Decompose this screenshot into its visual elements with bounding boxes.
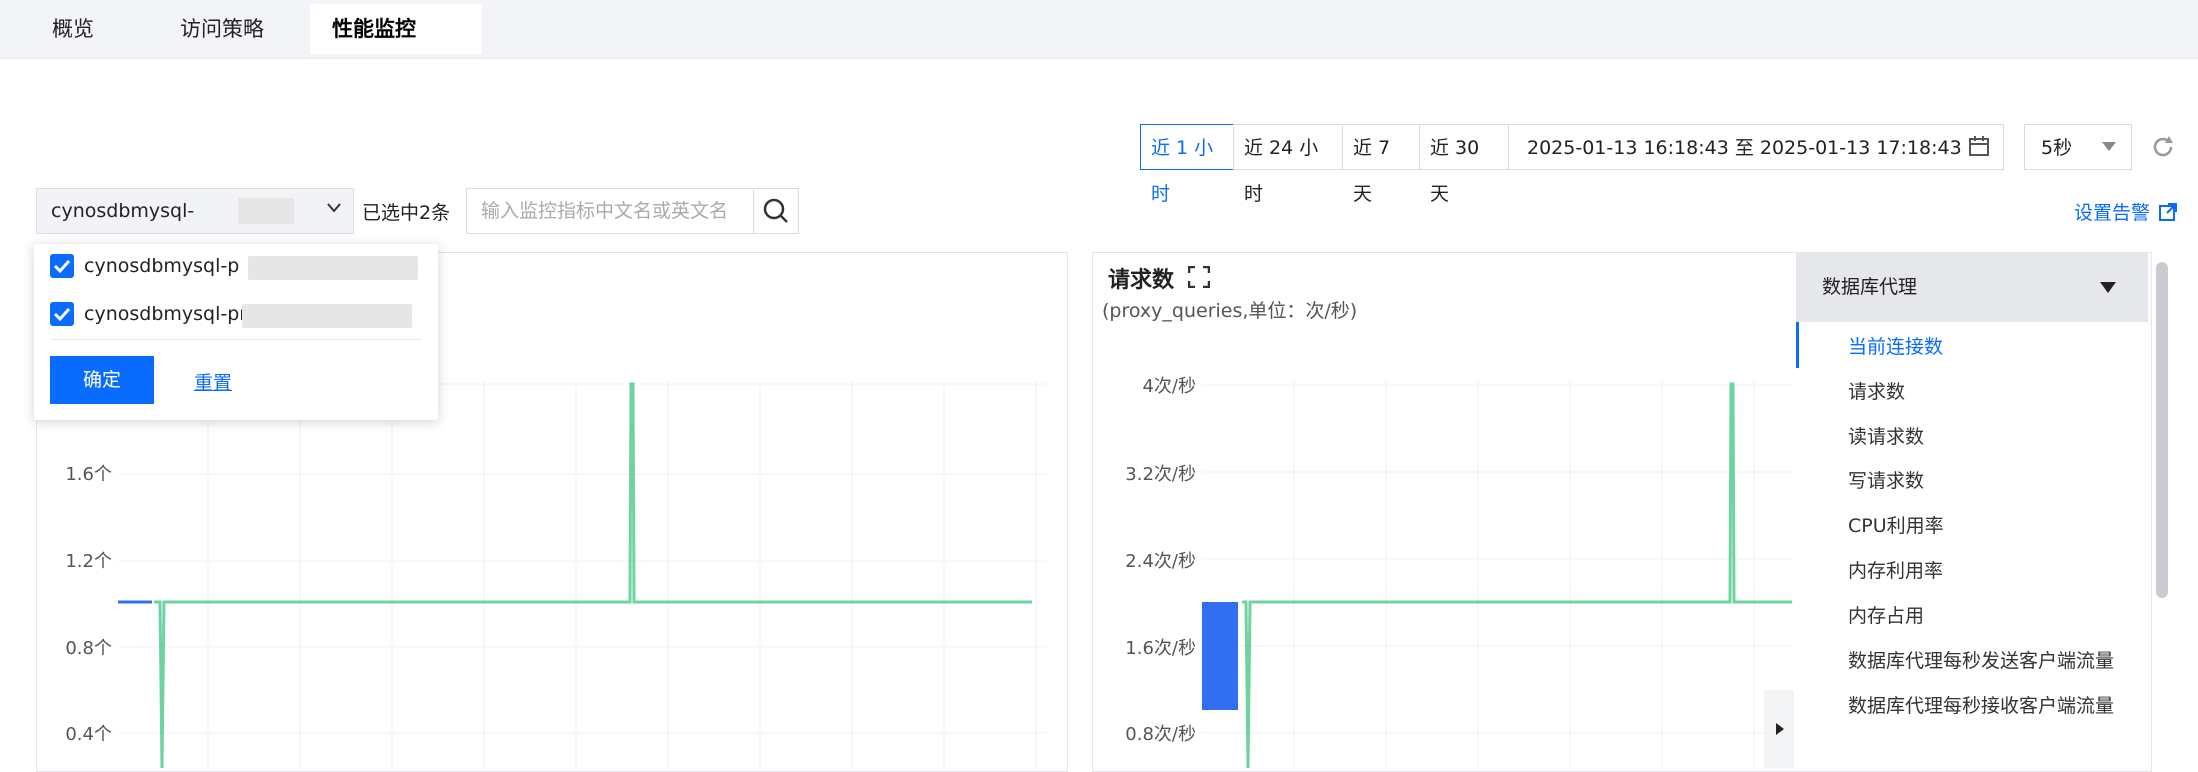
search-icon	[763, 198, 788, 223]
divider	[50, 339, 422, 340]
collapse-menu-button[interactable]	[1764, 690, 1794, 768]
time-range-1h[interactable]: 近 1 小时	[1140, 124, 1234, 205]
instance-dropdown: cynosdbmysql-p cynosdbmysql-pr 确定 重置	[34, 244, 438, 420]
metric-search-placeholder: 输入监控指标中文名或英文名	[481, 200, 729, 222]
chevron-down-icon	[327, 203, 341, 213]
metric-item-receive-traffic[interactable]: 数据库代理每秒接收客户端流量	[1848, 691, 2114, 718]
metric-search-input[interactable]: 输入监控指标中文名或英文名	[466, 188, 754, 234]
y-tick-label: 2.4次/秒	[1125, 551, 1196, 572]
redacted-text	[238, 198, 294, 224]
search-button[interactable]	[753, 188, 799, 234]
metric-item-requests[interactable]: 请求数	[1848, 377, 1905, 404]
refresh-interval-value: 5秒	[2041, 137, 2073, 159]
y-tick-label: 0.8次/秒	[1125, 724, 1196, 745]
y-tick-label: 1.6个	[65, 464, 112, 485]
series-line-green	[1242, 382, 1792, 768]
requests-line-chart	[1202, 380, 1792, 768]
external-link-icon	[2159, 203, 2177, 221]
check-icon	[53, 259, 71, 274]
metric-item-memory-rate[interactable]: 内存利用率	[1848, 556, 1943, 583]
y-tick-label: 4次/秒	[1142, 376, 1196, 397]
checkbox-checked[interactable]	[50, 302, 74, 326]
y-tick-label: 0.4个	[65, 724, 112, 745]
play-icon	[1776, 723, 1784, 735]
tab-overview[interactable]: 概览	[30, 4, 116, 54]
checkbox-checked[interactable]	[50, 254, 74, 278]
series-band-blue	[1202, 602, 1238, 710]
confirm-button[interactable]: 确定	[50, 356, 154, 404]
time-range-7d[interactable]: 近 7 天	[1342, 124, 1420, 205]
tab-performance-monitor[interactable]: 性能监控	[310, 4, 482, 54]
y-tick-label: 0.8个	[65, 638, 112, 659]
active-indicator	[1796, 322, 1799, 368]
chevron-down-icon	[2102, 142, 2116, 151]
redacted-text	[242, 304, 412, 328]
selected-count: 已选中2条	[362, 202, 451, 224]
instance-option[interactable]: cynosdbmysql-pr	[84, 303, 247, 325]
check-icon	[53, 307, 71, 322]
reset-link[interactable]: 重置	[194, 368, 232, 395]
metric-group-header[interactable]: 数据库代理	[1796, 252, 2148, 322]
tab-access-policy[interactable]: 访问策略	[158, 4, 286, 54]
y-tick-label: 3.2次/秒	[1125, 464, 1196, 485]
series-line-green	[154, 382, 1032, 768]
time-range-30d[interactable]: 近 30 天	[1419, 124, 1509, 205]
date-range-text: 2025-01-13 16:18:43 至 2025-01-13 17:18:4…	[1527, 137, 1962, 159]
date-range-picker[interactable]: 2025-01-13 16:18:43 至 2025-01-13 17:18:4…	[1508, 124, 2004, 170]
y-tick-label: 1.6次/秒	[1125, 638, 1196, 659]
metric-group-label: 数据库代理	[1822, 276, 1918, 298]
scrollbar[interactable]	[2156, 262, 2168, 598]
redacted-text	[248, 256, 418, 280]
metric-item-cpu[interactable]: CPU利用率	[1848, 511, 1944, 538]
instance-select[interactable]: cynosdbmysql-	[36, 188, 354, 234]
instance-option[interactable]: cynosdbmysql-p	[84, 255, 239, 277]
caret-down-icon	[2100, 282, 2116, 293]
set-alarm-link[interactable]: 设置告警	[2074, 198, 2150, 225]
time-range-24h[interactable]: 近 24 小时	[1233, 124, 1343, 205]
y-tick-label: 1.2个	[65, 551, 112, 572]
instance-select-value: cynosdbmysql-	[51, 200, 195, 222]
metric-item-read-requests[interactable]: 读请求数	[1848, 422, 1924, 449]
metric-item-current-connections[interactable]: 当前连接数	[1848, 332, 1943, 359]
metric-item-send-traffic[interactable]: 数据库代理每秒发送客户端流量	[1848, 646, 2114, 673]
metric-item-memory-used[interactable]: 内存占用	[1848, 601, 1924, 628]
metric-item-write-requests[interactable]: 写请求数	[1848, 466, 1924, 493]
refresh-icon[interactable]	[2150, 134, 2176, 160]
calendar-icon	[1969, 136, 1989, 156]
